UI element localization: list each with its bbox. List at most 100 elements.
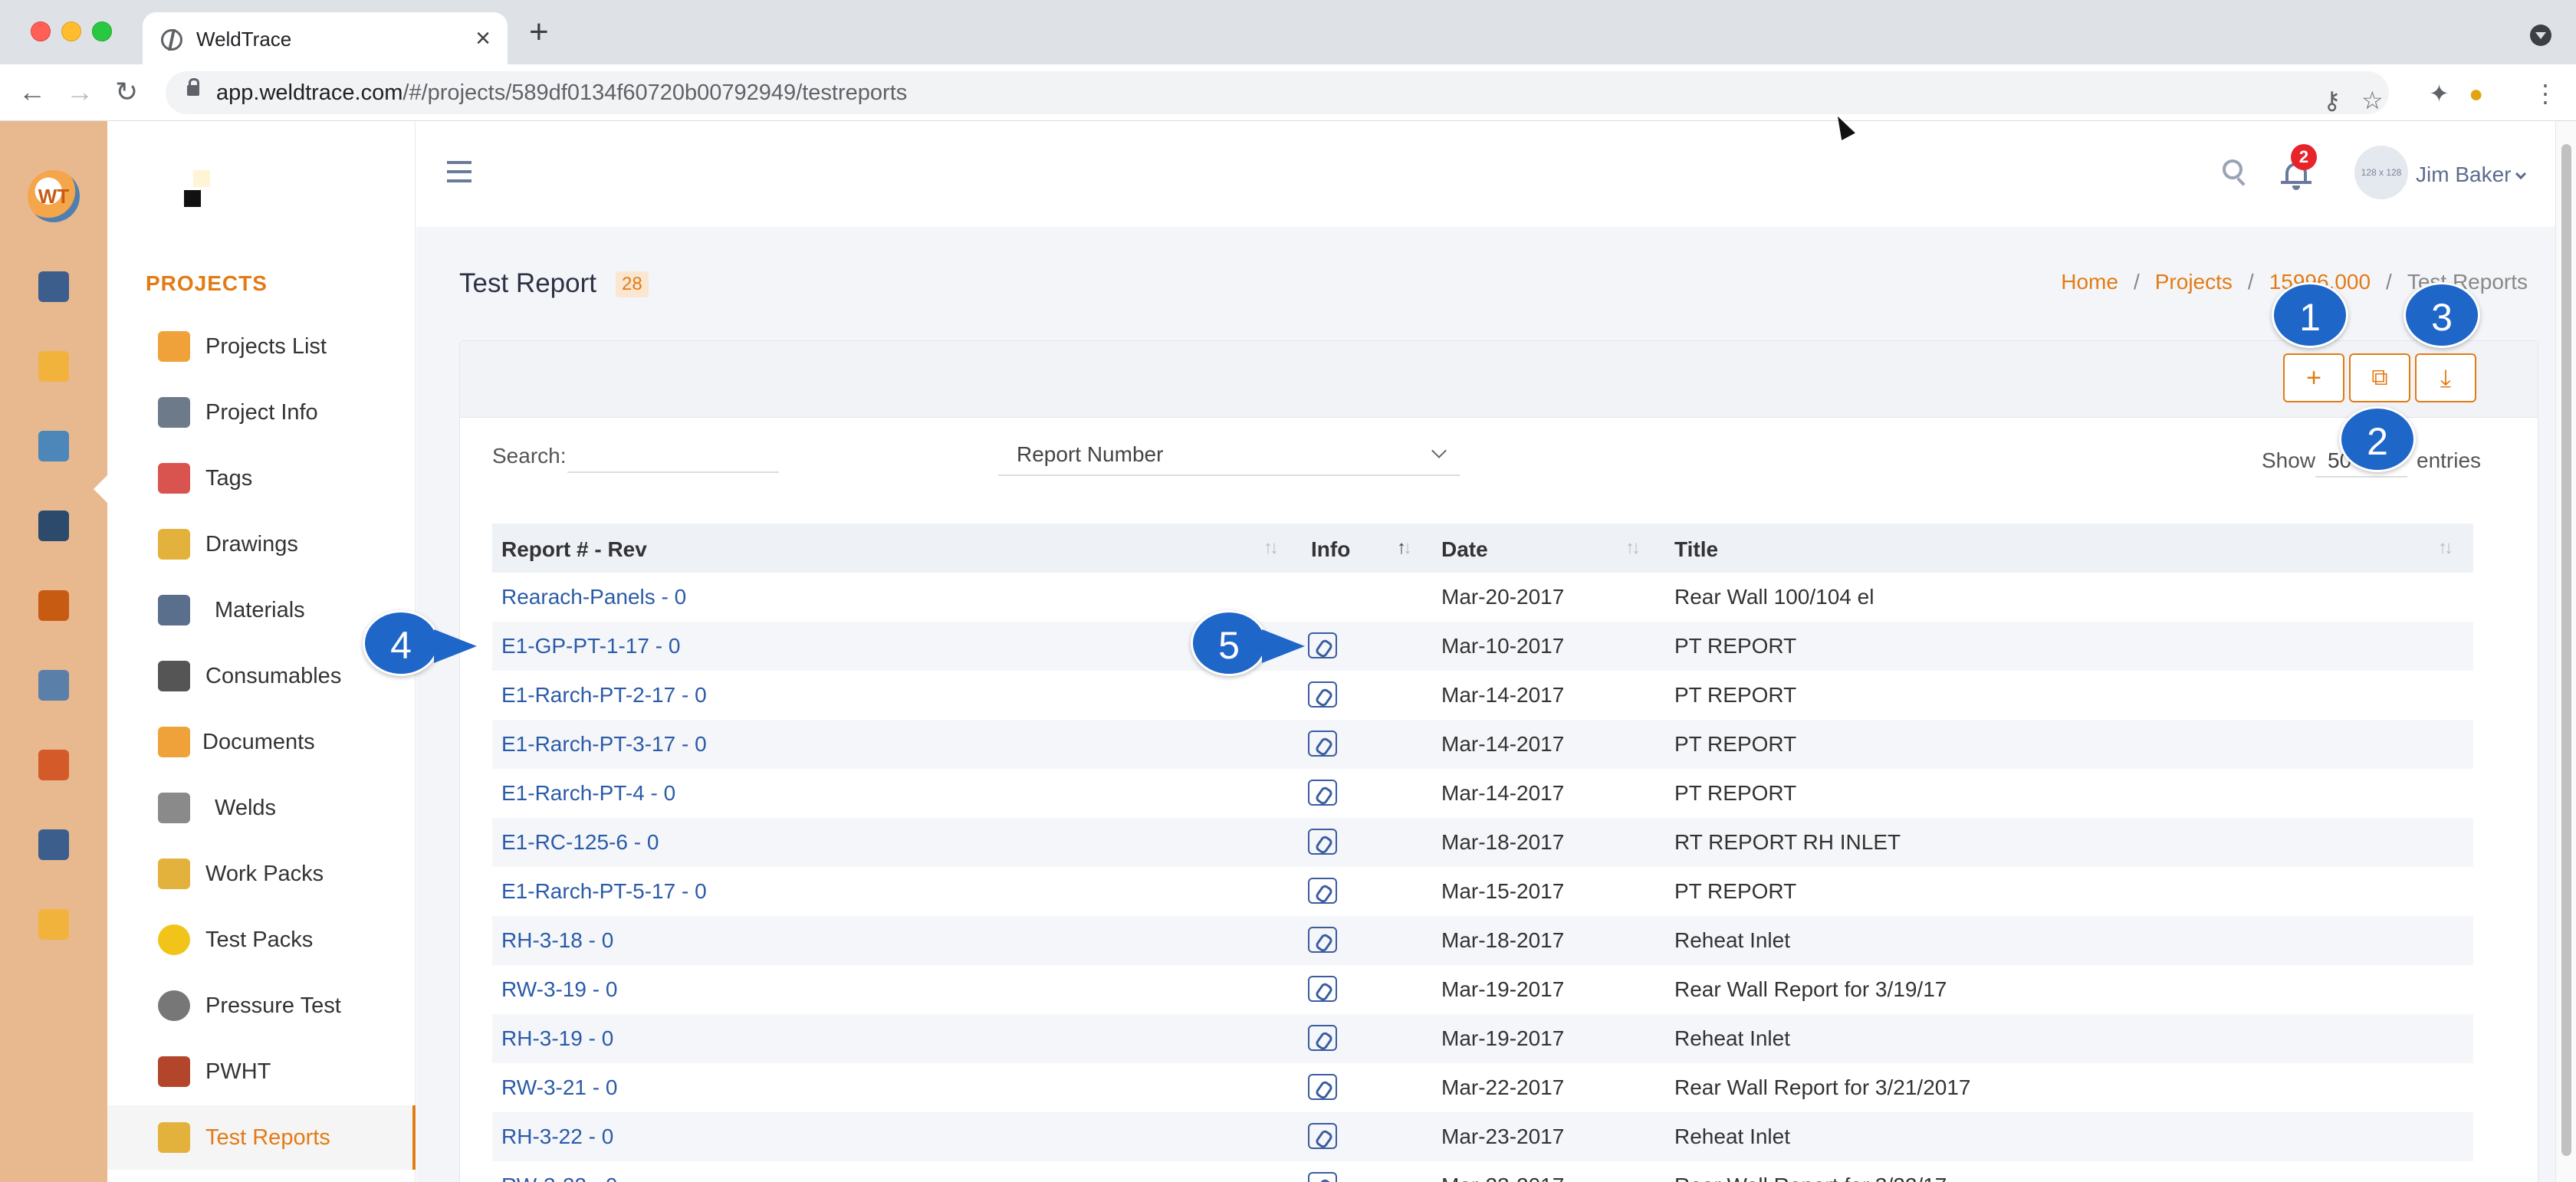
sort-icon[interactable]: ↑↓: [2438, 537, 2453, 559]
org-chart-icon[interactable]: [32, 584, 75, 627]
sort-icon[interactable]: ↑↓: [1625, 537, 1641, 559]
table-row[interactable]: RH-3-19 - 0 Mar-19-2017 Reheat Inlet: [492, 1014, 2473, 1063]
profile-icon[interactable]: ●: [2469, 78, 2483, 109]
table-row[interactable]: E1-Rarch-PT-4 - 0 Mar-14-2017 PT REPORT: [492, 769, 2473, 818]
new-tab-icon[interactable]: +: [529, 15, 549, 49]
column-header-title[interactable]: Title: [1674, 537, 1718, 562]
close-tab-icon[interactable]: ×: [475, 23, 491, 54]
table-row[interactable]: RH-3-22 - 0 Mar-23-2017 Reheat Inlet: [492, 1112, 2473, 1161]
reload-icon[interactable]: ↻: [115, 75, 138, 109]
report-number-link[interactable]: RW-3-19 - 0: [501, 977, 617, 1002]
attachment-icon[interactable]: [1308, 1025, 1337, 1051]
table-row[interactable]: E1-Rarch-PT-2-17 - 0 Mar-14-2017 PT REPORT: [492, 671, 2473, 720]
star-icon[interactable]: ☆: [2361, 85, 2384, 116]
column-header-info[interactable]: Info: [1311, 537, 1350, 562]
page-scrollbar[interactable]: [2555, 121, 2576, 1182]
sidebar-item-test-reports[interactable]: Test Reports: [107, 1105, 416, 1170]
column-header-date[interactable]: Date: [1441, 537, 1488, 562]
sidebar-item-documents[interactable]: Documents: [107, 710, 416, 774]
attachment-icon[interactable]: [1308, 976, 1337, 1002]
chevron-down-icon[interactable]: [2515, 168, 2527, 180]
sidebar-item-projects-list[interactable]: Projects List: [107, 314, 416, 379]
heater-icon: [158, 1056, 190, 1087]
report-number-link[interactable]: RH-3-22 - 0: [501, 1125, 613, 1149]
column-header-report[interactable]: Report # - Rev: [501, 537, 647, 562]
sidebar-item-tags[interactable]: Tags: [107, 446, 416, 511]
table-row[interactable]: RW-3-21 - 0 Mar-22-2017 Rear Wall Report f…: [492, 1063, 2473, 1112]
table-row[interactable]: RW-3-19 - 0 Mar-19-2017 Rear Wall Report f…: [492, 965, 2473, 1014]
table-row[interactable]: RW-3-22 - 0 Mar-23-2017 Rear Wall Report f…: [492, 1161, 2473, 1182]
monitor-icon[interactable]: [32, 265, 75, 308]
sidebar-item-welds[interactable]: Welds: [107, 776, 416, 840]
url-field[interactable]: app.weldtrace.com/#/projects/589df0134f6…: [166, 71, 2389, 114]
extensions-icon[interactable]: ✦: [2429, 78, 2450, 109]
report-number-link[interactable]: E1-Rarch-PT-3-17 - 0: [501, 732, 707, 757]
report-title: Rear Wall 100/104 el: [1674, 585, 1875, 609]
tab-search-icon[interactable]: [2530, 25, 2551, 46]
sidebar-item-drawings[interactable]: Drawings: [107, 512, 416, 576]
export-button[interactable]: ⤓: [2415, 353, 2476, 402]
annotation-3: 3: [2404, 282, 2480, 348]
breadcrumb-projects[interactable]: Projects: [2155, 270, 2233, 294]
scrollbar-thumb[interactable]: [2561, 144, 2571, 1156]
avatar[interactable]: 128 x 128: [2354, 146, 2408, 199]
attachment-icon[interactable]: [1308, 780, 1337, 806]
sort-ascending-icon[interactable]: ↑↓: [1397, 537, 1412, 559]
menu-icon[interactable]: ⋮: [2533, 78, 2558, 109]
report-number-link[interactable]: E1-Rarch-PT-4 - 0: [501, 781, 675, 806]
sort-icon[interactable]: ↑↓: [1263, 537, 1279, 559]
table-row[interactable]: E1-Rarch-PT-3-17 - 0 Mar-14-2017 PT REPORT: [492, 720, 2473, 769]
sidebar-item-project-info[interactable]: Project Info: [107, 380, 416, 445]
blueprint-icon[interactable]: [32, 664, 75, 707]
project-folder-icon[interactable]: [32, 345, 75, 388]
table-header: Report # - Rev ↑↓ Info ↑↓ Date ↑↓ Title …: [492, 524, 2473, 573]
add-report-button[interactable]: +: [2283, 353, 2344, 402]
report-number-link[interactable]: RW-3-22 - 0: [501, 1174, 617, 1182]
search-field-select[interactable]: Report Number: [998, 432, 1460, 476]
forward-icon[interactable]: →: [66, 75, 94, 109]
attachment-icon[interactable]: [1308, 681, 1337, 708]
table-row[interactable]: Rearach-Panels - 0 Mar-20-2017 Rear Wall 1…: [492, 573, 2473, 622]
back-icon[interactable]: ←: [18, 75, 46, 109]
report-number-link[interactable]: E1-GP-PT-1-17 - 0: [501, 634, 680, 658]
maximize-window-button[interactable]: [92, 21, 112, 41]
sidebar-item-work-packs[interactable]: Work Packs: [107, 842, 416, 906]
breadcrumb-home[interactable]: Home: [2061, 270, 2118, 294]
attachment-icon[interactable]: [1308, 1172, 1337, 1182]
attachment-icon[interactable]: [1308, 632, 1337, 658]
key-icon[interactable]: ⚷: [2323, 85, 2341, 116]
sidebar-item-pwht[interactable]: PWHT: [107, 1039, 416, 1104]
sidebar-item-pressure-test[interactable]: Pressure Test: [107, 974, 416, 1038]
table-row[interactable]: E1-RC-125-6 - 0 Mar-18-2017 RT REPORT RH I…: [492, 818, 2473, 867]
id-badge-icon[interactable]: [32, 903, 75, 946]
schedule-clipboard-icon[interactable]: [32, 823, 75, 866]
report-number-link[interactable]: RW-3-21 - 0: [501, 1075, 617, 1100]
table-row[interactable]: E1-Rarch-PT-5-17 - 0 Mar-15-2017 PT REPORT: [492, 867, 2473, 916]
search-icon[interactable]: [2223, 159, 2242, 179]
user-name[interactable]: Jim Baker: [2416, 163, 2511, 187]
table-row[interactable]: RH-3-18 - 0 Mar-18-2017 Reheat Inlet: [492, 916, 2473, 965]
sidebar-item-test-packs[interactable]: Test Packs: [107, 908, 416, 972]
attachment-icon[interactable]: [1308, 731, 1337, 757]
attachment-icon[interactable]: [1308, 829, 1337, 855]
report-number-link[interactable]: Rearach-Panels - 0: [501, 585, 686, 609]
report-number-link[interactable]: RH-3-18 - 0: [501, 928, 613, 953]
report-number-link[interactable]: E1-RC-125-6 - 0: [501, 830, 659, 855]
report-number-link[interactable]: E1-Rarch-PT-5-17 - 0: [501, 879, 707, 904]
minimize-window-button[interactable]: [61, 21, 81, 41]
report-number-link[interactable]: E1-Rarch-PT-2-17 - 0: [501, 683, 707, 708]
search-input[interactable]: [567, 436, 779, 473]
report-number-link[interactable]: RH-3-19 - 0: [501, 1026, 613, 1051]
browser-tab[interactable]: WeldTrace ×: [143, 12, 508, 64]
attachment-icon[interactable]: [1308, 927, 1337, 953]
close-window-button[interactable]: [31, 21, 51, 41]
attachment-icon[interactable]: [1308, 878, 1337, 904]
welder-mask-icon[interactable]: [32, 504, 75, 547]
attachment-icon[interactable]: [1308, 1123, 1337, 1149]
menu-toggle-icon[interactable]: [447, 161, 472, 182]
copy-report-button[interactable]: ⧉: [2349, 353, 2410, 402]
checklist-gear-icon[interactable]: [32, 425, 75, 468]
attachment-icon[interactable]: [1308, 1074, 1337, 1100]
team-icon[interactable]: [32, 744, 75, 786]
table-row[interactable]: E1-GP-PT-1-17 - 0 Mar-10-2017 PT REPORT: [492, 622, 2473, 671]
